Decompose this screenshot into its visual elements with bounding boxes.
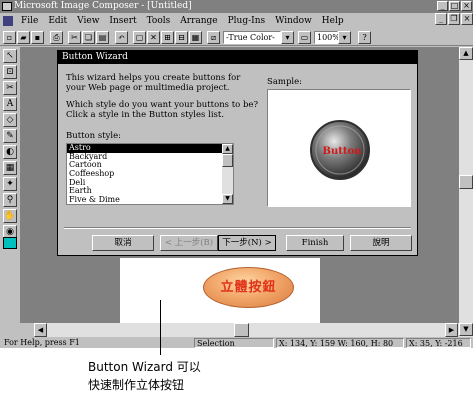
vertical-scrollbar[interactable]: ▲ ▼ (459, 47, 473, 337)
menu-bar: File Edit View Insert Tools Arrange Plug… (0, 13, 473, 28)
status-help-text: For Help, press F1 (4, 338, 80, 347)
document-icon[interactable] (3, 15, 13, 26)
window-title: Microsoft Image Composer - [Untitled] (14, 1, 192, 11)
button-style-list[interactable]: Astro Backyard Cartoon Coffeeshop Deli E… (66, 143, 234, 205)
texture-tool-icon[interactable]: ▦ (3, 161, 17, 175)
color-mode-select[interactable]: -True Color- (223, 31, 281, 44)
scroll-right-icon[interactable]: ▶ (445, 323, 458, 337)
menu-file[interactable]: File (16, 14, 43, 28)
list-item[interactable]: Coffeeshop (67, 169, 233, 179)
color-mode-dropdown-icon[interactable]: ▾ (281, 31, 294, 44)
wizard-intro: This wizard helps you create buttons for… (66, 73, 241, 93)
help-pointer-icon[interactable]: ? (358, 31, 371, 44)
pan-tool-icon[interactable]: ✋ (3, 209, 17, 223)
maximize-icon[interactable]: □ (449, 1, 460, 11)
horizontal-scrollbar[interactable]: ◀ ▶ (34, 323, 459, 337)
list-scrollbar[interactable]: ▲ ▼ (222, 144, 233, 204)
next-button[interactable]: 下一步(N) > (218, 235, 276, 251)
duplicate-icon[interactable]: ▢ (133, 31, 146, 44)
delete-icon[interactable]: ✕ (147, 31, 160, 44)
menu-help[interactable]: Help (317, 14, 349, 28)
list-scroll-thumb[interactable] (222, 154, 233, 167)
list-item[interactable]: Deli (67, 178, 233, 188)
scroll-left-icon[interactable]: ◀ (34, 323, 47, 337)
sample-label: Sample: (267, 77, 303, 87)
caption: Button Wizard 可以 快速制作立体按钮 (88, 358, 288, 394)
cut-icon[interactable]: ✂ (68, 31, 81, 44)
scroll-down-icon[interactable]: ▼ (459, 323, 473, 336)
effects-tool-icon[interactable]: ◐ (3, 145, 17, 159)
horizontal-scroll-thumb[interactable] (234, 323, 249, 337)
caption-line-2: 快速制作立体按钮 (88, 378, 185, 392)
undo-icon[interactable]: ↶ (115, 31, 128, 44)
finish-button[interactable]: Finish (286, 235, 344, 251)
flatten-icon[interactable]: ⧄ (207, 31, 220, 44)
group-icon[interactable]: ⊞ (161, 31, 174, 44)
status-geometry: X: 134, Y: 159 W: 160, H: 80 (276, 338, 404, 348)
menu-tools[interactable]: Tools (142, 14, 176, 28)
astro-sample-button: Button (310, 120, 370, 180)
close-icon[interactable]: × (461, 1, 472, 11)
text-tool-icon[interactable]: A (3, 97, 17, 111)
menu-edit[interactable]: Edit (43, 14, 72, 28)
copy-icon[interactable]: ❏ (82, 31, 95, 44)
paste-icon[interactable]: ▤ (96, 31, 109, 44)
open-icon[interactable]: ▰ (17, 31, 30, 44)
zoom-fit-icon[interactable]: ▭ (298, 31, 311, 44)
caption-line-1: Button Wizard 可以 (88, 360, 201, 374)
list-scroll-up-icon[interactable]: ▲ (222, 144, 233, 154)
cutout-tool-icon[interactable]: ✂ (3, 81, 17, 95)
arrow-select-icon[interactable]: ↖ (3, 49, 17, 63)
doc-minimize-icon[interactable]: _ (435, 13, 447, 25)
new-icon[interactable]: ▫ (3, 31, 16, 44)
app-icon[interactable] (2, 2, 12, 11)
scroll-corner (20, 323, 34, 337)
toolbar: ▫ ▰ ▪ ⎙ ✂ ❏ ▤ ↶ ▢ ✕ ⊞ ⊟ ▦ ⧄ -True Color-… (0, 29, 473, 46)
zoom-dropdown-icon[interactable]: ▾ (338, 31, 351, 44)
ungroup-icon[interactable]: ⊟ (175, 31, 188, 44)
zoom-tool-icon[interactable]: ⚲ (3, 193, 17, 207)
save-icon[interactable]: ▪ (31, 31, 44, 44)
shapes-tool-icon[interactable]: ◇ (3, 113, 17, 127)
minimize-icon[interactable]: _ (437, 1, 448, 11)
status-mode: Selection (194, 338, 274, 348)
list-scroll-down-icon[interactable]: ▼ (222, 194, 233, 204)
menu-view[interactable]: View (72, 14, 104, 28)
menu-window[interactable]: Window (270, 14, 317, 28)
list-item[interactable]: Five & Dime (67, 195, 233, 205)
doc-restore-icon[interactable]: ❐ (448, 13, 460, 25)
paint-tool-icon[interactable]: ✎ (3, 129, 17, 143)
back-button[interactable]: < 上一步(B) (160, 235, 218, 251)
app-window: Microsoft Image Composer - [Untitled] _ … (0, 0, 473, 348)
status-bar: For Help, press F1 Selection X: 134, Y: … (0, 337, 473, 348)
title-bar: Microsoft Image Composer - [Untitled] (0, 0, 473, 13)
arrange-tool-icon[interactable]: ⊡ (3, 65, 17, 79)
dialog-title: Button Wizard (58, 51, 417, 64)
sample-button-text: Button (323, 146, 363, 157)
sample-preview: Button (267, 89, 411, 207)
menu-plugins[interactable]: Plug-Ins (223, 14, 271, 28)
menu-insert[interactable]: Insert (104, 14, 141, 28)
style-label: Button style: (66, 131, 122, 141)
button-wizard-dialog: Button Wizard This wizard helps you crea… (57, 50, 418, 256)
menu-arrange[interactable]: Arrange (175, 14, 222, 28)
wizard-question: Which style do you want your buttons to … (66, 100, 259, 120)
arrange-icon[interactable]: ▦ (189, 31, 202, 44)
zoom-select[interactable]: 100% (314, 31, 340, 44)
3d-button-sprite[interactable]: 立體按鈕 (203, 267, 294, 308)
cancel-button[interactable]: 取消 (92, 235, 154, 251)
dialog-divider (64, 227, 411, 229)
toolbox: ↖ ⊡ ✂ A ◇ ✎ ◐ ▦ ✦ ⚲ ✋ ◉ (0, 47, 20, 337)
print-icon[interactable]: ⎙ (50, 31, 63, 44)
help-button[interactable]: 說明 (350, 235, 412, 251)
vertical-scroll-thumb[interactable] (459, 175, 473, 189)
doc-close-icon[interactable]: × (461, 13, 473, 25)
document-controls: _ ❐ × (435, 13, 473, 25)
warps-tool-icon[interactable]: ✦ (3, 177, 17, 191)
scroll-up-icon[interactable]: ▲ (459, 47, 473, 60)
status-cursor: X: 35, Y: -216 (406, 338, 471, 348)
callout-line (160, 300, 161, 355)
color-swatch[interactable] (3, 237, 17, 249)
